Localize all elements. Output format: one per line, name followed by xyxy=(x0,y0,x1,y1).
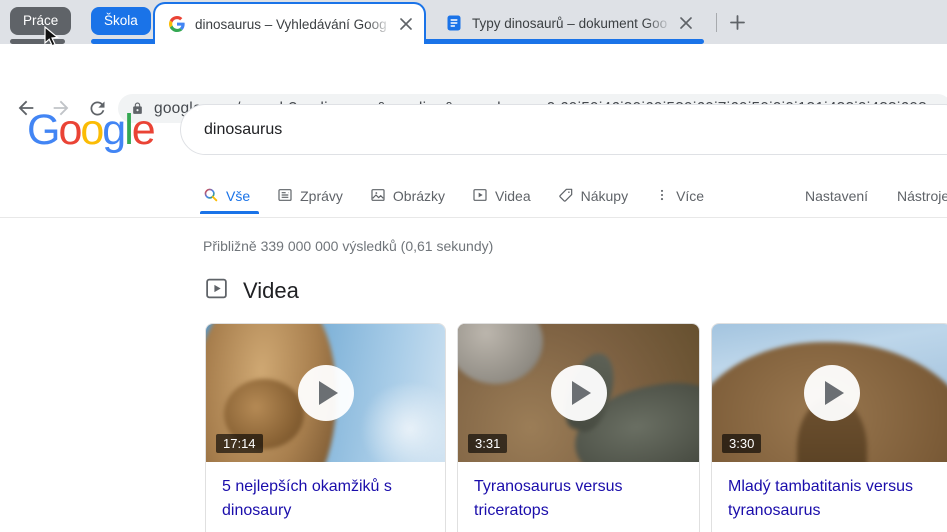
play-button-icon[interactable] xyxy=(297,365,354,421)
tab-group-prace-chip[interactable]: Práce xyxy=(10,7,72,35)
result-stats: Přibližně 339 000 000 výsledků (0,61 sek… xyxy=(203,238,494,254)
tab-label: Videa xyxy=(495,188,531,204)
video-card: 17:14 5 nejlepších okamžiků s dinosaury xyxy=(205,323,446,532)
result-nav: Vše Zprávy Obrázky Videa Nákupy Více xyxy=(203,183,704,209)
video-thumbnail[interactable]: 3:31 xyxy=(458,324,699,462)
tab-vse[interactable]: Vše xyxy=(203,187,250,206)
videos-heading: Videa xyxy=(204,276,299,306)
google-docs-favicon xyxy=(446,15,462,31)
tab-zpravy[interactable]: Zprávy xyxy=(277,187,343,206)
play-button-icon[interactable] xyxy=(550,365,607,421)
video-duration: 17:14 xyxy=(216,434,263,453)
news-icon xyxy=(277,187,293,206)
search-input[interactable]: dinosaurus xyxy=(180,104,947,155)
tab-google-docs[interactable]: Typy dinosaurů – dokument Goo xyxy=(432,2,704,44)
shopping-tag-icon xyxy=(558,187,574,206)
browser-window: Práce Škola dinosaurus – Vyhledávání Goo… xyxy=(0,0,947,532)
tools-link[interactable]: Nástroje xyxy=(897,188,947,204)
videos-icon xyxy=(472,187,488,206)
tab-videa[interactable]: Videa xyxy=(472,187,531,206)
video-card: 3:30 Mladý tambatitanis versus tyranosau… xyxy=(711,323,947,532)
settings-link[interactable]: Nastavení xyxy=(805,188,868,204)
tab-label: Zprávy xyxy=(300,188,343,204)
close-icon[interactable] xyxy=(676,13,696,33)
images-icon xyxy=(370,187,386,206)
video-thumbnail[interactable]: 17:14 xyxy=(206,324,445,462)
video-section-icon xyxy=(204,276,229,306)
tab-label: Obrázky xyxy=(392,188,446,204)
logo-letter: e xyxy=(131,106,156,154)
logo-letter: G xyxy=(27,106,60,154)
search-query-text: dinosaurus xyxy=(204,120,283,138)
logo-letter: g xyxy=(102,106,126,154)
play-button-icon[interactable] xyxy=(803,365,860,421)
tab-label: Více xyxy=(676,188,705,204)
tab-label: Nákupy xyxy=(580,188,629,204)
search-icon xyxy=(203,187,219,206)
video-thumbnail[interactable]: 3:30 xyxy=(712,324,947,462)
video-title-link[interactable]: 5 nejlepších okamžiků s dinosaury xyxy=(206,462,445,532)
thumbnail-art xyxy=(458,324,543,384)
tab-vice[interactable]: Více xyxy=(655,187,704,206)
logo-letter: o xyxy=(58,106,82,154)
tab-title: dinosaurus – Vyhledávání Goog xyxy=(195,16,392,32)
tab-separator xyxy=(716,13,717,32)
video-duration: 3:31 xyxy=(468,434,508,453)
thumbnail-art xyxy=(355,384,445,462)
active-tab-underline xyxy=(200,211,259,214)
tab-obrazky[interactable]: Obrázky xyxy=(370,187,445,206)
video-duration: 3:30 xyxy=(722,434,762,453)
close-icon[interactable] xyxy=(396,14,416,34)
video-title-link[interactable]: Tyranosaurus versus triceratops xyxy=(458,462,699,532)
tab-title: Typy dinosaurů – dokument Goo xyxy=(472,15,672,31)
header-divider xyxy=(0,217,947,218)
videos-heading-label: Videa xyxy=(243,278,299,303)
browser-toolbar: google.com/search?q=dinosaur&oq=dino&aqs… xyxy=(0,44,947,123)
google-favicon xyxy=(169,16,185,32)
tab-strip: Práce Škola dinosaurus – Vyhledávání Goo… xyxy=(0,0,947,44)
logo-letter: l xyxy=(124,106,133,154)
google-logo[interactable]: Google xyxy=(27,106,156,155)
video-title-link[interactable]: Mladý tambatitanis versus tyranosaurus xyxy=(712,462,947,532)
tab-google-search[interactable]: dinosaurus – Vyhledávání Goog xyxy=(153,2,426,44)
video-card: 3:31 Tyranosaurus versus triceratops xyxy=(457,323,700,532)
tab-group-skola-chip[interactable]: Škola xyxy=(91,7,151,35)
tab-nakupy[interactable]: Nákupy xyxy=(558,187,628,206)
tab-label: Vše xyxy=(226,188,251,204)
new-tab-button[interactable] xyxy=(726,11,748,33)
more-dots-icon xyxy=(655,187,669,206)
logo-letter: o xyxy=(80,106,104,154)
